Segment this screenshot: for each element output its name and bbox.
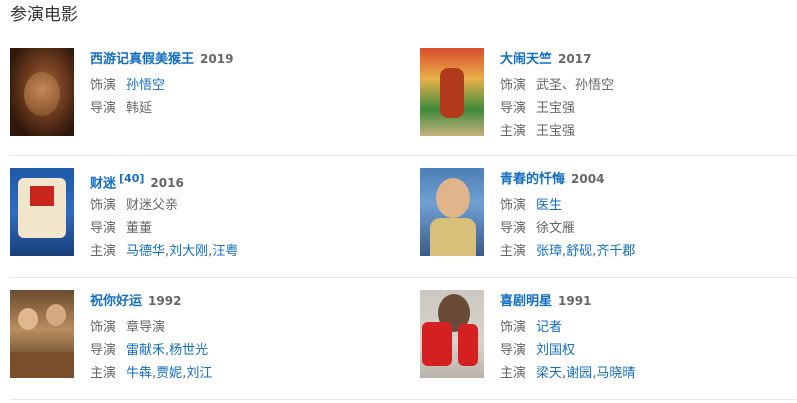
movie-title-link[interactable]: 西游记真假美猴王 xyxy=(90,52,194,67)
movie-poster[interactable] xyxy=(420,48,484,136)
movie-year: 1991 xyxy=(558,294,592,308)
starring-link[interactable]: 梁天 xyxy=(536,366,562,381)
movie-title-link[interactable]: 青春的忏悔 xyxy=(500,172,565,187)
role-name: 武圣、孙悟空 xyxy=(536,78,615,93)
movie-year: 2016 xyxy=(150,176,184,191)
starring-link[interactable]: 刘江 xyxy=(186,366,212,381)
movie-card: 西游记真假美猴王 2019 饰演 孙悟空 导演 韩延 xyxy=(10,48,390,148)
movie-card: 青春的忏悔 2004 饰演 医生 导演 徐文雁 主演 张璋,舒砚,齐千郡 xyxy=(420,168,797,268)
starring-link[interactable]: 齐千郡 xyxy=(596,244,635,259)
director-link[interactable]: 杨世光 xyxy=(169,343,208,358)
starring-label: 主演 xyxy=(90,244,117,259)
movie-card: 财迷 [40] 2016 饰演 财迷父亲 导演 董董 主演 马德华,刘大刚,汪粤 xyxy=(10,168,390,268)
director-label: 导演 xyxy=(500,101,527,116)
movie-poster[interactable] xyxy=(10,290,74,378)
movie-poster[interactable] xyxy=(420,290,484,378)
starring-link[interactable]: 马德华 xyxy=(126,244,165,259)
director-name: 韩延 xyxy=(126,101,153,116)
movie-year: 1992 xyxy=(148,294,182,308)
starring-label: 主演 xyxy=(500,366,527,381)
movie-year: 2004 xyxy=(571,172,605,186)
director-label: 导演 xyxy=(90,221,117,236)
role-name: 财迷父亲 xyxy=(126,198,179,213)
role-label: 饰演 xyxy=(500,320,527,335)
director-label: 导演 xyxy=(90,101,117,116)
starring-label: 主演 xyxy=(500,124,527,139)
starring-link[interactable]: 刘大刚 xyxy=(169,244,208,259)
movie-title-link[interactable]: 大闹天竺 xyxy=(500,52,552,67)
director-label: 导演 xyxy=(500,221,527,236)
starring-link[interactable]: 马晓晴 xyxy=(596,366,635,381)
starring-link[interactable]: 贾妮 xyxy=(156,366,182,381)
reference-link[interactable]: [40] xyxy=(119,172,144,185)
starring-name: 王宝强 xyxy=(536,124,576,139)
starring-label: 主演 xyxy=(500,244,527,259)
movie-title-link[interactable]: 财迷 xyxy=(90,176,116,191)
starring-link[interactable]: 舒砚 xyxy=(566,244,592,259)
role-name: 章导演 xyxy=(126,320,166,335)
starring-link[interactable]: 谢园 xyxy=(566,366,592,381)
movie-title-link[interactable]: 喜剧明星 xyxy=(500,294,552,309)
role-link[interactable]: 孙悟空 xyxy=(126,78,165,93)
role-link[interactable]: 医生 xyxy=(536,198,562,213)
movie-title-link[interactable]: 祝你好运 xyxy=(90,294,142,309)
director-name: 王宝强 xyxy=(536,101,576,116)
movie-row: 西游记真假美猴王 2019 饰演 孙悟空 导演 韩延 大闹天竺 2017 饰演 武圣、孙悟… xyxy=(10,40,796,156)
director-name: 董董 xyxy=(126,221,153,236)
starring-label: 主演 xyxy=(90,366,117,381)
starring-link[interactable]: 张璋 xyxy=(536,244,562,259)
director-name: 徐文雁 xyxy=(536,221,576,236)
movie-card: 喜剧明星 1991 饰演 记者 导演 刘国权 主演 梁天,谢园,马晓晴 xyxy=(420,290,797,390)
movie-poster[interactable] xyxy=(10,168,74,256)
movie-card: 大闹天竺 2017 饰演 武圣、孙悟空 导演 王宝强 主演 王宝强 xyxy=(420,48,797,148)
role-link[interactable]: 记者 xyxy=(536,320,562,335)
starring-link[interactable]: 汪粤 xyxy=(212,244,238,259)
starring-link[interactable]: 牛犇 xyxy=(126,366,152,381)
role-label: 饰演 xyxy=(90,198,117,213)
role-label: 饰演 xyxy=(90,78,117,93)
role-label: 饰演 xyxy=(500,78,527,93)
section-title: 参演电影 xyxy=(10,5,78,25)
movie-year: 2019 xyxy=(200,52,234,66)
role-label: 饰演 xyxy=(500,198,527,213)
movie-poster[interactable] xyxy=(10,48,74,136)
movie-grid: 西游记真假美猴王 2019 饰演 孙悟空 导演 韩延 大闹天竺 2017 饰演 武圣、孙悟… xyxy=(10,40,796,400)
movie-row: 财迷 [40] 2016 饰演 财迷父亲 导演 董董 主演 马德华,刘大刚,汪粤 青春的忏… xyxy=(10,156,796,278)
role-label: 饰演 xyxy=(90,320,117,335)
movie-card: 祝你好运 1992 饰演 章导演 导演 雷献禾,杨世光 主演 牛犇,贾妮,刘江 xyxy=(10,290,390,390)
director-label: 导演 xyxy=(500,343,527,358)
director-link[interactable]: 雷献禾 xyxy=(126,343,165,358)
director-label: 导演 xyxy=(90,343,117,358)
director-link[interactable]: 刘国权 xyxy=(536,343,575,358)
movie-year: 2017 xyxy=(558,52,592,66)
movie-poster[interactable] xyxy=(420,168,484,256)
movie-row: 祝你好运 1992 饰演 章导演 导演 雷献禾,杨世光 主演 牛犇,贾妮,刘江 喜剧明星… xyxy=(10,278,796,400)
